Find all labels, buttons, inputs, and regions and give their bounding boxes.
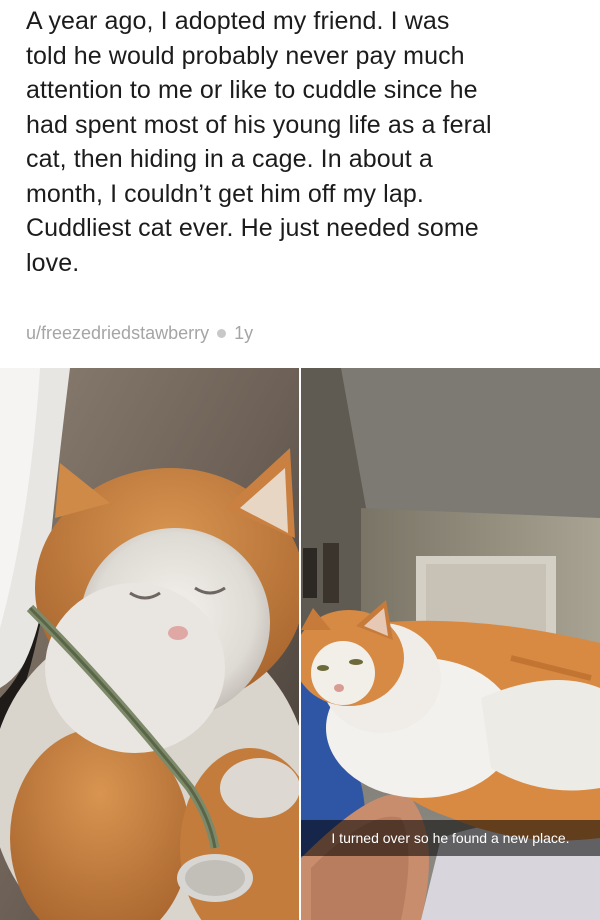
sleeping-cat-image xyxy=(0,368,299,920)
author-link[interactable]: u/freezedriedstawberry xyxy=(26,323,209,344)
post-body-line: love. xyxy=(26,248,80,277)
post-body-line: told he would probably never pay much xyxy=(26,41,465,70)
photo-cat-on-shoulder[interactable]: I turned over so he found a new place. xyxy=(301,368,600,920)
post-body-line: attention to me or like to cuddle since … xyxy=(26,76,478,104)
post-card: A year ago, I adopted my friend. I was t… xyxy=(0,0,600,920)
photo-gallery: I turned over so he found a new place. xyxy=(0,368,600,920)
snapchat-caption: I turned over so he found a new place. xyxy=(301,820,600,856)
post-body-line: had spent most of his young life as a fe… xyxy=(26,110,492,139)
post-body-line: Cuddliest cat ever. He just needed some xyxy=(26,214,479,242)
separator-dot xyxy=(217,328,227,338)
post-age: 1y xyxy=(234,322,254,343)
post-body-line: month, I couldn’t get him off my lap. xyxy=(26,179,424,208)
post-meta: u/freezedriedstawberry 1y xyxy=(26,318,253,348)
post-body-line: cat, then hiding in a cage. In about a xyxy=(26,145,433,173)
photo-sleeping-cat[interactable] xyxy=(0,368,299,920)
post-body-line: A year ago, I adopted my friend. I was xyxy=(26,7,450,35)
post-body: A year ago, I adopted my friend. I was t… xyxy=(26,4,586,280)
